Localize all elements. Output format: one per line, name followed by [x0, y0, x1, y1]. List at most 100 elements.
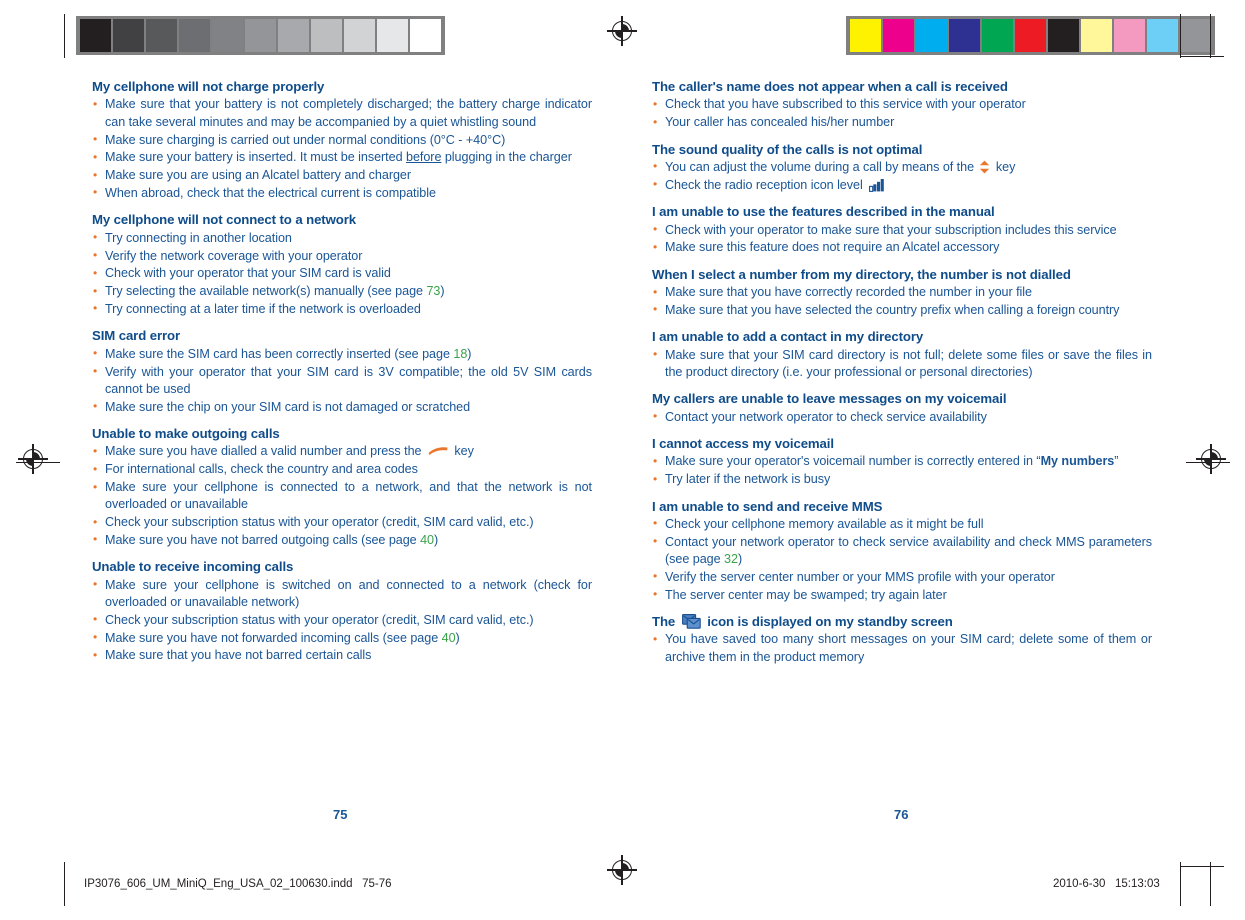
faq-section: My cellphone will not connect to a netwo… — [92, 211, 592, 318]
faq-item-list: Check your cellphone memory available as… — [652, 515, 1152, 604]
faq-list-item: Check your cellphone memory available as… — [652, 515, 1152, 533]
page-cross-reference[interactable]: 73 — [426, 284, 440, 298]
calibration-swatch — [212, 19, 243, 52]
crop-mark-br-h — [1180, 866, 1224, 868]
faq-list-item: Make sure that you have selected the cou… — [652, 301, 1152, 319]
faq-list-item: Check your subscription status with your… — [92, 514, 592, 532]
faq-item-list: Make sure that your battery is not compl… — [92, 96, 592, 202]
calibration-swatch — [410, 19, 441, 52]
reg-hline — [607, 869, 637, 871]
faq-list-item: You can adjust the volume during a call … — [652, 158, 1152, 176]
faq-list-item: Verify the network coverage with your op… — [92, 247, 592, 265]
grayscale-calibration-strip — [76, 16, 445, 55]
faq-section-title: I am unable to send and receive MMS — [652, 498, 883, 514]
emphasis-bold: My numbers — [1040, 454, 1115, 469]
faq-list-item: Make sure your battery is inserted. It m… — [92, 149, 592, 167]
page-cross-reference[interactable]: 40 — [420, 533, 434, 547]
faq-section: The caller's name does not appear when a… — [652, 78, 1152, 132]
right-page-column: The caller's name does not appear when a… — [652, 78, 1152, 675]
faq-section-title: The caller's name does not appear when a… — [652, 79, 1008, 94]
reg-hline — [1196, 458, 1226, 460]
calibration-swatch — [1081, 19, 1112, 52]
calibration-swatch — [377, 19, 408, 52]
calibration-swatch — [245, 19, 276, 52]
faq-section-title: My cellphone will not connect to a netwo… — [92, 212, 356, 228]
faq-section-title: I am unable to use the features describe… — [652, 204, 995, 220]
print-file-slug: IP3076_606_UM_MiniQ_Eng_USA_02_100630.in… — [84, 878, 392, 890]
calibration-swatch — [916, 19, 947, 52]
faq-list-item: Make sure the chip on your SIM card is n… — [92, 398, 592, 416]
faq-item-list: Contact your network operator to check s… — [652, 408, 1152, 426]
faq-list-item: When abroad, check that the electrical c… — [92, 184, 592, 202]
calibration-swatch — [80, 19, 111, 52]
faq-list-item: For international calls, check the count… — [92, 461, 592, 479]
crop-mark-tr-v2 — [1210, 14, 1212, 58]
faq-item-list: You can adjust the volume during a call … — [652, 158, 1152, 194]
faq-list-item: Make sure you are using an Alcatel batte… — [92, 167, 592, 185]
faq-list-item: Make sure your operator's voicemail numb… — [652, 453, 1152, 471]
calibration-swatch — [1147, 19, 1178, 52]
faq-section-title: The sound quality of the calls is not op… — [652, 141, 923, 157]
faq-list-item: Check that you have subscribed to this s… — [652, 96, 1152, 114]
calibration-swatch — [113, 19, 144, 52]
calibration-swatch — [146, 19, 177, 52]
page-cross-reference[interactable]: 18 — [453, 347, 467, 361]
calibration-swatch — [850, 19, 881, 52]
page-cross-reference[interactable]: 40 — [442, 631, 456, 645]
faq-section: I am unable to add a contact in my direc… — [652, 328, 1152, 381]
faq-section: I am unable to use the features describe… — [652, 203, 1152, 257]
faq-list-item: Make sure that your battery is not compl… — [92, 96, 592, 131]
faq-item-list: Make sure your cellphone is switched on … — [92, 576, 592, 665]
faq-list-item: Make sure you have dialled a valid numbe… — [92, 443, 592, 461]
faq-item-list: Check that you have subscribed to this s… — [652, 96, 1152, 132]
faq-item-list: Make sure that you have correctly record… — [652, 284, 1152, 320]
faq-list-item: Check with your operator that your SIM c… — [92, 265, 592, 283]
faq-section-title: When I select a number from my directory… — [652, 266, 1071, 282]
faq-list-item: Make sure your cellphone is switched on … — [92, 576, 592, 612]
faq-list-item: Make sure that you have correctly record… — [652, 284, 1152, 302]
crop-mark-br-v2 — [1210, 862, 1212, 906]
faq-list-item: Contact your network operator to check s… — [652, 408, 1152, 426]
faq-list-item: Try selecting the available network(s) m… — [92, 283, 592, 301]
faq-section-title: My callers are unable to leave messages … — [652, 391, 1007, 407]
faq-section: The icon is displayed on my standby scre… — [652, 613, 1152, 666]
faq-section-title: Unable to make outgoing calls — [92, 425, 280, 441]
faq-item-list: You have saved too many short messages o… — [652, 631, 1152, 666]
print-timestamp: 2010-6-30 15:13:03 — [1053, 878, 1160, 890]
faq-list-item: Make sure the SIM card has been correctl… — [92, 345, 592, 363]
reg-hline — [18, 458, 48, 460]
faq-list-item: Make sure this feature does not require … — [652, 239, 1152, 257]
call-key-icon — [427, 445, 449, 456]
faq-list-item: Check the radio reception icon level — [652, 176, 1152, 194]
crop-mark-ml-h — [16, 462, 60, 464]
faq-list-item: Check with your operator to make sure th… — [652, 221, 1152, 239]
calibration-swatch — [1114, 19, 1145, 52]
faq-item-list: Make sure your operator's voicemail numb… — [652, 453, 1152, 489]
crop-mark-br-v — [1180, 862, 1182, 906]
faq-section-title: The icon is displayed on my standby scre… — [652, 614, 953, 629]
calibration-swatch — [179, 19, 210, 52]
faq-list-item: Make sure that you have not barred certa… — [92, 647, 592, 665]
faq-list-item: Make sure charging is carried out under … — [92, 131, 592, 149]
registration-mark-left — [18, 444, 48, 474]
calibration-swatch — [278, 19, 309, 52]
left-page-column: My cellphone will not charge properly Mak… — [92, 78, 592, 674]
calibration-swatch — [344, 19, 375, 52]
faq-section-title: I am unable to add a contact in my direc… — [652, 329, 924, 345]
faq-list-item: Check your subscription status with your… — [92, 611, 592, 629]
faq-list-item: Make sure you have not forwarded incomin… — [92, 629, 592, 647]
faq-section-title: Unable to receive incoming calls — [92, 559, 294, 575]
page-cross-reference[interactable]: 32 — [724, 552, 738, 566]
crop-mark-tl-v — [64, 14, 66, 58]
faq-item-list: Check with your operator to make sure th… — [652, 221, 1152, 257]
faq-list-item: You have saved too many short messages o… — [652, 631, 1152, 666]
signal-bars-icon — [869, 178, 885, 192]
faq-section-title: I cannot access my voicemail — [652, 435, 834, 451]
faq-list-item: Contact your network operator to check s… — [652, 533, 1152, 569]
faq-section-title: My cellphone will not charge properly — [92, 79, 325, 94]
calibration-swatch — [1015, 19, 1046, 52]
crop-mark-tr-h — [1180, 56, 1224, 58]
calibration-swatch — [982, 19, 1013, 52]
calibration-swatch — [1180, 19, 1211, 52]
registration-mark-top — [607, 16, 637, 46]
